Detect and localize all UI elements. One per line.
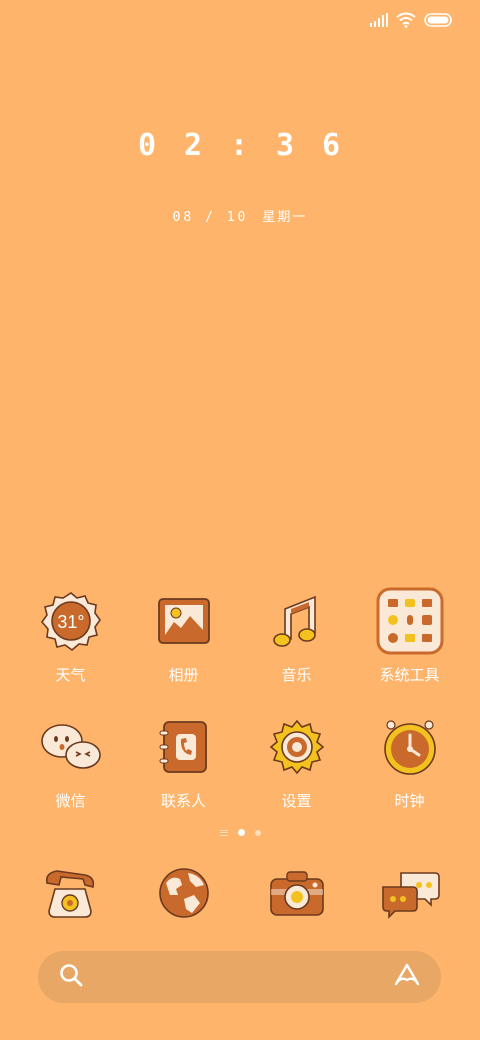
- app-system-tools-folder[interactable]: 系统工具: [360, 586, 460, 712]
- app-label: 联系人: [160, 792, 206, 810]
- search-bar[interactable]: [38, 951, 441, 1003]
- app-label: 相册: [168, 666, 199, 684]
- gallery-icon: [149, 586, 219, 656]
- clock-separator: :: [229, 128, 251, 163]
- dock-browser[interactable]: [149, 858, 219, 928]
- messages-icon: [381, 872, 440, 919]
- app-grid: 31° 天气 相册 音乐 系统工具 微信 联系人 设置 时钟: [0, 586, 480, 838]
- phone-icon: [45, 870, 94, 918]
- battery-icon: [424, 13, 454, 27]
- search-icon[interactable]: [58, 962, 84, 992]
- app-gallery[interactable]: 相册: [134, 586, 234, 712]
- app-row: 31° 天气 相册 音乐 系统工具: [0, 586, 480, 712]
- app-music[interactable]: 音乐: [247, 586, 347, 712]
- dock-phone[interactable]: [36, 858, 106, 928]
- app-label: 天气: [55, 666, 86, 684]
- assistant-icon[interactable]: [393, 962, 421, 992]
- clock-hour-ones: 2: [183, 128, 205, 163]
- weather-temp: 31°: [57, 612, 84, 632]
- app-settings[interactable]: 设置: [247, 712, 347, 838]
- app-wechat[interactable]: 微信: [21, 712, 121, 838]
- app-label: 设置: [281, 792, 312, 810]
- clock-minute-tens: 3: [275, 128, 297, 163]
- app-weather[interactable]: 31° 天气: [21, 586, 121, 712]
- clock-hour-tens: 0: [137, 128, 159, 163]
- dock: [0, 858, 480, 928]
- clock-minute-ones: 6: [321, 128, 343, 163]
- app-label: 音乐: [281, 666, 312, 684]
- app-clock[interactable]: 时钟: [360, 712, 460, 838]
- system-tools-folder-icon: [375, 586, 445, 656]
- contacts-icon: [149, 712, 219, 782]
- status-bar: [370, 8, 454, 32]
- camera-icon: [269, 871, 324, 916]
- app-contacts[interactable]: 联系人: [134, 712, 234, 838]
- page-indicator[interactable]: [0, 829, 480, 836]
- page-dot: [254, 829, 261, 836]
- date-weekday: 星期一: [262, 210, 308, 225]
- date-day: 08 / 10: [172, 210, 249, 225]
- date-line: 08 / 10 星期一: [0, 206, 480, 225]
- app-label: 时钟: [394, 792, 425, 810]
- app-label: 系统工具: [379, 666, 440, 684]
- app-label: 微信: [55, 792, 86, 810]
- app-row: 微信 联系人 设置 时钟: [0, 712, 480, 838]
- signal-icon: [370, 13, 388, 27]
- page-indicator-minus-one: [219, 829, 228, 836]
- dock-camera[interactable]: [262, 858, 332, 928]
- wechat-icon: [36, 712, 106, 782]
- music-icon: [262, 586, 332, 656]
- page-dot-active: [237, 829, 245, 836]
- wifi-icon: [396, 12, 416, 28]
- settings-icon: [262, 712, 332, 782]
- lockscreen-clock: 02:36: [0, 128, 480, 163]
- clock-icon: [375, 712, 445, 782]
- weather-icon: 31°: [36, 586, 106, 656]
- dock-messages[interactable]: [375, 858, 445, 928]
- browser-globe-icon: [158, 868, 209, 918]
